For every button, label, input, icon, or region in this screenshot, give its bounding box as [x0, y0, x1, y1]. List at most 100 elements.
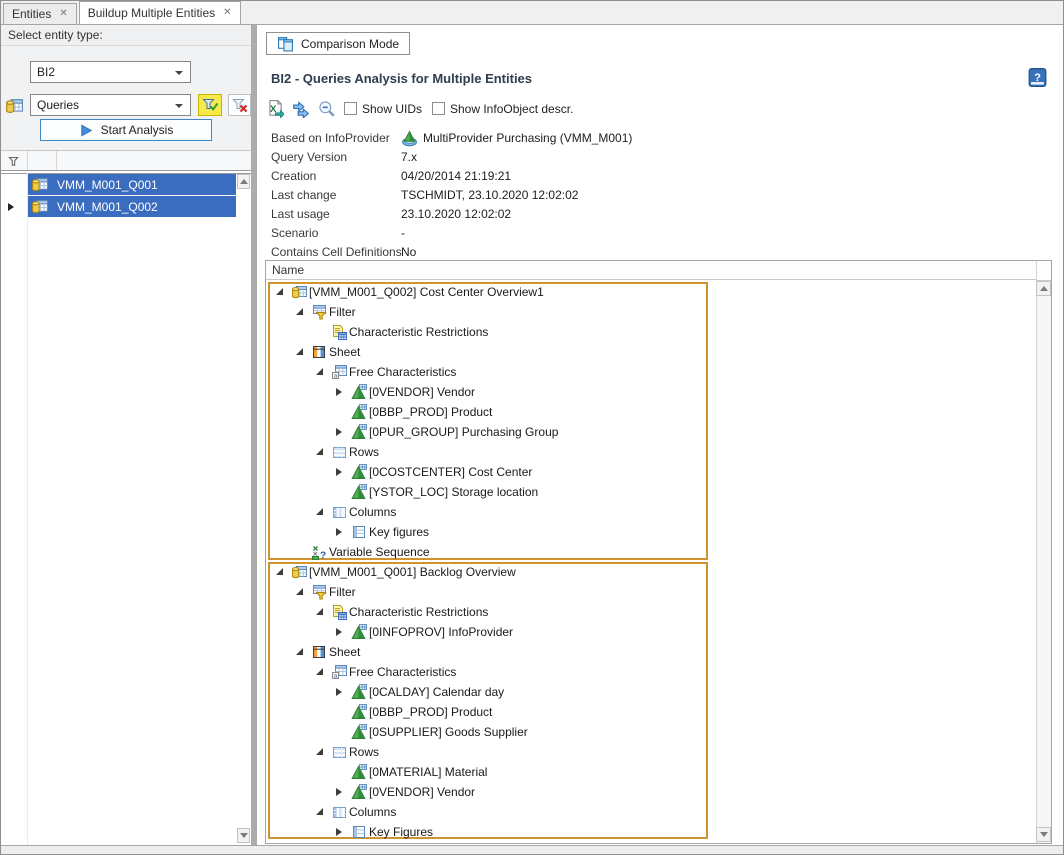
query-icon — [291, 564, 307, 580]
tree-row[interactable]: Key figures — [266, 522, 1036, 542]
tree-row[interactable]: Rows — [266, 742, 1036, 762]
tree-row[interactable]: [0BBP_PROD] Product — [266, 402, 1036, 422]
scroll-down-button[interactable] — [1036, 827, 1051, 842]
scroll-down-button[interactable] — [237, 828, 250, 843]
checkbox-show-infoobject-descr[interactable] — [432, 102, 445, 115]
start-analysis-button[interactable]: Start Analysis — [40, 119, 212, 141]
tree-column-header[interactable]: Name — [266, 261, 1051, 280]
tree-row[interactable]: Key Figures — [266, 822, 1036, 842]
expand-arrow-icon[interactable] — [336, 468, 342, 476]
app-window: Entities✕Buildup Multiple Entities✕ Sele… — [0, 0, 1064, 855]
tree-row[interactable]: Rows — [266, 442, 1036, 462]
tree-row[interactable]: [0CALDAY] Calendar day — [266, 682, 1036, 702]
collapse-arrow-icon[interactable] — [296, 348, 303, 355]
characteristic-icon — [351, 484, 367, 500]
expand-arrow-icon[interactable] — [336, 688, 342, 696]
tab-entities[interactable]: Entities ✕ — [3, 3, 77, 24]
expand-arrow-icon[interactable] — [336, 428, 342, 436]
info-value: TSCHMIDT, 23.10.2020 12:02:02 — [401, 187, 578, 203]
info-label: Last change — [271, 187, 336, 203]
scroll-up-button[interactable] — [1036, 281, 1051, 296]
object-type-dropdown[interactable]: Queries — [30, 94, 191, 116]
collapse-arrow-icon[interactable] — [316, 608, 323, 615]
tree-row-label: [0PUR_GROUP] Purchasing Group — [369, 422, 558, 442]
tree-row-label: [0VENDOR] Vendor — [369, 782, 475, 802]
list-item-vmm-m001-q001[interactable]: VMM_M001_Q001 — [28, 174, 236, 195]
expand-arrow-icon[interactable] — [336, 628, 342, 636]
info-value: No — [401, 244, 416, 260]
tree-row[interactable]: Characteristic Restrictions — [266, 602, 1036, 622]
tree-row-label: [0SUPPLIER] Goods Supplier — [369, 722, 528, 742]
svg-text:?: ? — [320, 551, 326, 561]
tree-row[interactable]: ?Variable Sequence — [266, 542, 1036, 562]
close-icon[interactable]: ✕ — [59, 9, 67, 19]
tree-row[interactable]: [0BBP_PROD] Product — [266, 702, 1036, 722]
tab-label: Entities — [12, 7, 51, 21]
tree-row[interactable]: Sheet — [266, 342, 1036, 362]
checkbox-label: Show UIDs — [362, 101, 422, 117]
tree-row[interactable]: [0VENDOR] Vendor — [266, 782, 1036, 802]
tree-row[interactable]: Characteristic Restrictions — [266, 322, 1036, 342]
tree-scrollbar[interactable] — [1036, 261, 1051, 843]
close-icon[interactable]: ✕ — [223, 8, 231, 18]
page-title: BI2 - Queries Analysis for Multiple Enti… — [271, 71, 532, 86]
tab-buildup-multiple-entities[interactable]: Buildup Multiple Entities✕ — [79, 1, 241, 24]
characteristic-icon — [351, 684, 367, 700]
tree-row[interactable]: [VMM_M001_Q002] Cost Center Overview1 — [266, 282, 1036, 302]
list-item-label: VMM_M001_Q002 — [57, 200, 158, 214]
info-label: Contains Cell Definitions — [271, 244, 402, 260]
tree-row[interactable]: Filter — [266, 302, 1036, 322]
expand-arrow-icon[interactable] — [336, 528, 342, 536]
checkbox-show-uids[interactable] — [344, 102, 357, 115]
tree-row-label: Rows — [349, 442, 379, 462]
tree-row[interactable]: [0VENDOR] Vendor — [266, 382, 1036, 402]
tree-row-label: [0MATERIAL] Material — [369, 762, 487, 782]
entity-list-header[interactable] — [1, 151, 251, 170]
toolbar-button-transfer-arrows-icon[interactable] — [292, 100, 310, 118]
collapse-arrow-icon[interactable] — [316, 748, 323, 755]
tree-row[interactable]: Sheet — [266, 642, 1036, 662]
tree-row[interactable]: Columns — [266, 802, 1036, 822]
info-label: Last usage — [271, 206, 330, 222]
list-item-vmm-m001-q002[interactable]: VMM_M001_Q002 — [28, 196, 236, 217]
tree-row[interactable]: [0COSTCENTER] Cost Center — [266, 462, 1036, 482]
tree-row[interactable]: [0MATERIAL] Material — [266, 762, 1036, 782]
delete-filter-button[interactable] — [228, 94, 251, 116]
tree-row[interactable]: [VMM_M001_Q001] Backlog Overview — [266, 562, 1036, 582]
tree-row[interactable]: [0INFOPROV] InfoProvider — [266, 622, 1036, 642]
tree-row[interactable]: aFree Characteristics — [266, 362, 1036, 382]
variable-sequence-icon: ? — [311, 544, 327, 560]
tree-row[interactable]: [0SUPPLIER] Goods Supplier — [266, 722, 1036, 742]
collapse-arrow-icon[interactable] — [316, 368, 323, 375]
tree-row[interactable]: aFree Characteristics — [266, 662, 1036, 682]
free-characteristics-icon: a — [331, 364, 347, 380]
expand-arrow-icon[interactable] — [336, 388, 342, 396]
tree-row[interactable]: [YSTOR_LOC] Storage location — [266, 482, 1036, 502]
tree-row-label: Filter — [329, 582, 356, 602]
chevron-down-icon — [175, 104, 183, 108]
collapse-arrow-icon[interactable] — [316, 808, 323, 815]
select-entity-type-label: Select entity type: — [8, 28, 103, 42]
tree-row-label: [0COSTCENTER] Cost Center — [369, 462, 532, 482]
info-label: Creation — [271, 168, 316, 184]
entity-type-dropdown[interactable]: BI2 — [30, 61, 191, 83]
comparison-mode-button[interactable]: Comparison Mode — [266, 32, 410, 55]
scroll-up-button[interactable] — [237, 174, 250, 189]
collapse-arrow-icon[interactable] — [316, 448, 323, 455]
tree-row[interactable]: [0PUR_GROUP] Purchasing Group — [266, 422, 1036, 442]
collapse-arrow-icon[interactable] — [276, 568, 283, 575]
collapse-arrow-icon[interactable] — [296, 648, 303, 655]
set-filter-button[interactable] — [198, 94, 222, 116]
collapse-arrow-icon[interactable] — [316, 668, 323, 675]
collapse-arrow-icon[interactable] — [276, 288, 283, 295]
expand-arrow-icon[interactable] — [336, 828, 342, 836]
collapse-arrow-icon[interactable] — [296, 308, 303, 315]
toolbar-button-excel-export-icon[interactable]: X — [266, 100, 284, 118]
expand-arrow-icon[interactable] — [336, 788, 342, 796]
comparison-icon — [277, 35, 294, 52]
toolbar-button-zoom-out-icon[interactable] — [318, 100, 336, 118]
tree-row[interactable]: Filter — [266, 582, 1036, 602]
collapse-arrow-icon[interactable] — [316, 508, 323, 515]
collapse-arrow-icon[interactable] — [296, 588, 303, 595]
tree-row[interactable]: Columns — [266, 502, 1036, 522]
